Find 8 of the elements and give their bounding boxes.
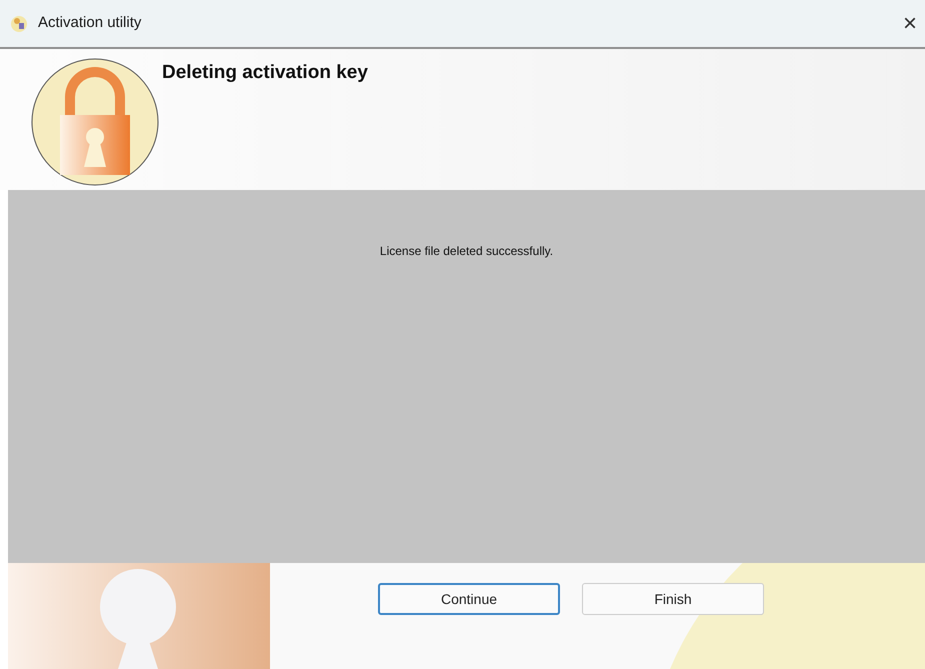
padlock-icon bbox=[30, 57, 160, 187]
window-title: Activation utility bbox=[38, 13, 142, 34]
app-icon bbox=[10, 14, 28, 32]
message-text: License file deleted successfully. bbox=[380, 243, 554, 260]
header-title: Deleting activation key bbox=[162, 61, 368, 85]
dialog-button[interactable]: Finish bbox=[582, 583, 764, 615]
dialog-button[interactable]: Continue bbox=[378, 583, 560, 615]
close-button[interactable]: × bbox=[895, 4, 925, 44]
